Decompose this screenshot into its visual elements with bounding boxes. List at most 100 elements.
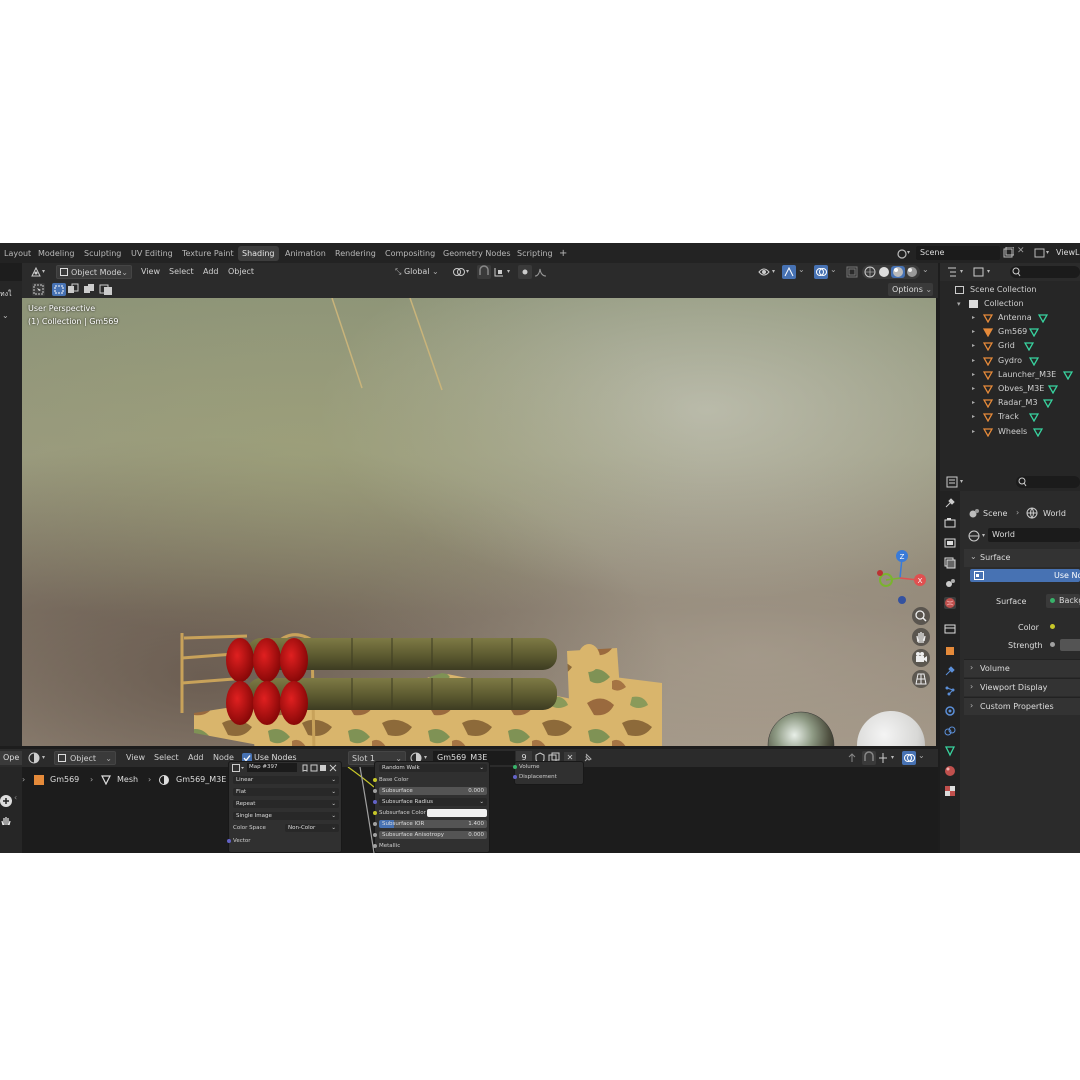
node-editor-type-icon[interactable] bbox=[28, 752, 50, 764]
scene-icon[interactable] bbox=[896, 247, 912, 259]
interpolation-dropdown[interactable]: Linear ⌄ bbox=[233, 776, 339, 784]
world-tab-icon[interactable] bbox=[944, 597, 956, 609]
collapse-arrow-icon[interactable]: ▾ bbox=[957, 297, 961, 311]
subsurface-radius-dropdown[interactable]: Subsurface Radius ⌄ bbox=[379, 798, 487, 806]
tab-geometry-nodes[interactable]: Geometry Nodes bbox=[439, 246, 514, 261]
surface-shader-dropdown[interactable]: Backg bbox=[1046, 594, 1080, 608]
visibility-icon[interactable] bbox=[758, 266, 778, 278]
object-tab-icon[interactable] bbox=[944, 645, 956, 657]
gizmo-toggle-icon[interactable] bbox=[782, 265, 796, 279]
source-dropdown[interactable]: Single Image ⌄ bbox=[233, 812, 339, 820]
navigation-gizmo[interactable]: Z X bbox=[874, 546, 930, 606]
image-browse-icon[interactable] bbox=[232, 764, 246, 772]
transform-orientation-dropdown[interactable]: ⤡ Global ⌄ bbox=[392, 265, 442, 279]
color-field[interactable] bbox=[1046, 620, 1080, 634]
constraints-tab-icon[interactable] bbox=[944, 725, 956, 737]
editor-type-icon[interactable] bbox=[30, 266, 48, 278]
3d-viewport[interactable]: User Perspective (1) Collection | Gm569 bbox=[22, 298, 936, 746]
subsurface-color-socket-icon[interactable] bbox=[373, 811, 377, 815]
menu-object[interactable]: Object bbox=[225, 265, 257, 279]
image-texture-node[interactable]: Map #397 Linear ⌄ Flat ⌄ Repeat ⌄ Single Im… bbox=[227, 761, 342, 853]
viewport-display-panel-header[interactable]: › Viewport Display bbox=[964, 678, 1080, 696]
outliner-item[interactable]: ▸ Track bbox=[940, 410, 1080, 424]
metallic-socket-icon[interactable] bbox=[373, 844, 377, 848]
select-tool-icon[interactable] bbox=[32, 283, 45, 296]
chevron-down-icon[interactable]: ⌄ bbox=[922, 265, 929, 274]
node-overlays-icon[interactable] bbox=[902, 751, 916, 765]
mesh-data-icon[interactable] bbox=[1028, 356, 1039, 366]
zoom-icon[interactable] bbox=[912, 607, 930, 625]
material-output-node[interactable]: Volume Displacement bbox=[513, 761, 584, 785]
chevron-left-icon[interactable]: ‹ bbox=[14, 793, 17, 802]
node-snap-icon[interactable] bbox=[862, 751, 876, 765]
object-mode-dropdown[interactable]: Object Mode ⌄ bbox=[56, 265, 132, 279]
xray-icon[interactable] bbox=[846, 266, 858, 278]
base-color-socket-icon[interactable] bbox=[373, 778, 377, 782]
menu-view[interactable]: View bbox=[138, 265, 163, 279]
properties-search-input[interactable] bbox=[1016, 476, 1080, 488]
expand-arrow-icon[interactable]: ▸ bbox=[972, 396, 975, 410]
mesh-data-icon[interactable] bbox=[1043, 399, 1054, 409]
subsurface-ior-socket-icon[interactable] bbox=[373, 822, 377, 826]
outliner-item[interactable]: ▸ Antenna bbox=[940, 311, 1080, 325]
image-actions-icons[interactable] bbox=[301, 764, 341, 772]
subsurface-method-dropdown[interactable]: Random Walk ⌄ bbox=[379, 764, 487, 772]
copy-scene-icon[interactable] bbox=[1002, 246, 1015, 259]
tab-compositing[interactable]: Compositing bbox=[381, 246, 439, 261]
tab-scripting[interactable]: Scripting bbox=[513, 246, 557, 261]
texture-tab-icon[interactable] bbox=[944, 785, 956, 797]
tab-animation[interactable]: Animation bbox=[281, 246, 330, 261]
tab-shading[interactable]: Shading bbox=[238, 246, 279, 261]
chevron-down-icon[interactable]: ⌄ bbox=[798, 265, 805, 274]
volume-socket-icon[interactable] bbox=[513, 765, 517, 769]
expand-arrow-icon[interactable]: ▸ bbox=[972, 339, 975, 353]
expand-arrow-icon[interactable]: ▸ bbox=[972, 368, 975, 382]
mesh-data-icon[interactable] bbox=[1023, 342, 1034, 352]
output-tab-icon[interactable] bbox=[944, 537, 956, 549]
outliner-item[interactable]: ▸ Grid bbox=[940, 339, 1080, 353]
subsurface-radius-socket-icon[interactable] bbox=[373, 800, 377, 804]
outliner-item[interactable]: ▸ Gm569 bbox=[940, 325, 1080, 339]
selection-mode-group[interactable] bbox=[52, 283, 120, 296]
world-name-field[interactable]: World bbox=[988, 528, 1080, 542]
chevron-down-icon[interactable]: ⌄ bbox=[918, 751, 925, 760]
world-browse-icon[interactable] bbox=[968, 530, 988, 542]
options-dropdown[interactable]: Options ⌄ bbox=[888, 283, 933, 296]
collection-row[interactable]: ▾ Collection bbox=[940, 297, 1080, 311]
chevron-down-icon[interactable]: ⌄ bbox=[830, 265, 837, 274]
tab-modeling[interactable]: Modeling bbox=[34, 246, 78, 261]
overlays-icon[interactable] bbox=[814, 265, 828, 279]
use-nodes-button[interactable]: Use No bbox=[970, 569, 1080, 582]
pan-hand-icon[interactable] bbox=[912, 628, 930, 646]
add-node-icon[interactable] bbox=[0, 795, 12, 807]
expand-arrow-icon[interactable]: ▸ bbox=[972, 382, 975, 396]
close-scene-icon[interactable]: ✕ bbox=[1017, 246, 1025, 256]
shader-type-dropdown[interactable]: Object ⌄ bbox=[54, 751, 116, 765]
parent-node-tree-icon[interactable] bbox=[846, 752, 858, 764]
mesh-data-icon[interactable] bbox=[1028, 328, 1039, 338]
menu-select[interactable]: Select bbox=[166, 265, 197, 279]
open-button[interactable]: Ope bbox=[0, 751, 22, 765]
tab-layout[interactable]: Layout bbox=[0, 246, 35, 261]
outliner-item[interactable]: ▸ Obves_M3E bbox=[940, 382, 1080, 396]
subsurface-anisotropy-field[interactable]: Subsurface Anisotropy 0.000 bbox=[379, 831, 487, 839]
mesh-data-icon[interactable] bbox=[1062, 371, 1073, 381]
subsurface-color-swatch[interactable] bbox=[427, 809, 487, 817]
particles-tab-icon[interactable] bbox=[944, 685, 956, 697]
view-layer-icon[interactable] bbox=[1034, 247, 1052, 259]
snap-target-icon[interactable] bbox=[493, 266, 513, 278]
camera-icon[interactable] bbox=[912, 649, 930, 667]
render-tab-icon[interactable] bbox=[944, 517, 956, 529]
custom-properties-panel-header[interactable]: › Custom Properties bbox=[964, 697, 1080, 715]
expand-arrow-icon[interactable]: ▸ bbox=[972, 425, 975, 439]
scene-field[interactable]: Scene bbox=[916, 246, 1000, 260]
surface-panel-header[interactable]: ⌄ Surface bbox=[964, 549, 1080, 567]
node-menu-view[interactable]: View bbox=[123, 751, 148, 765]
expand-arrow-icon[interactable]: ▸ bbox=[972, 354, 975, 368]
principled-bsdf-node[interactable]: Random Walk ⌄ Base Color Subsurface 0.000 … bbox=[373, 761, 490, 853]
tab-uv-editing[interactable]: UV Editing bbox=[127, 246, 177, 261]
add-workspace-button[interactable]: + bbox=[555, 246, 571, 261]
mesh-data-icon[interactable] bbox=[1028, 413, 1039, 423]
volume-panel-header[interactable]: › Volume bbox=[964, 659, 1080, 677]
image-name-field[interactable]: Map #397 bbox=[247, 763, 297, 772]
